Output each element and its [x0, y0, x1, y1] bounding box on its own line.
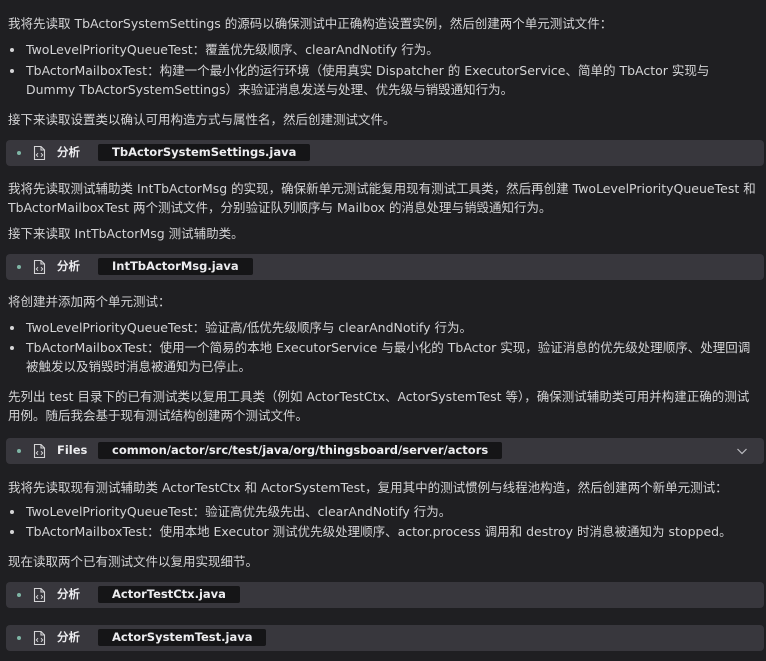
tool-target-chip[interactable]: TbActorSystemSettings.java [98, 144, 311, 161]
chevron-down-icon[interactable] [736, 445, 748, 457]
message-paragraph: 我将先读取 TbActorSystemSettings 的源码以确保测试中正确构… [8, 16, 613, 31]
message-paragraph: 我将先读取测试辅助类 IntTbActorMsg 的实现，确保新单元测试能复用现… [8, 181, 756, 215]
list-item: TbActorMailboxTest：使用本地 Executor 测试优先级处理… [8, 522, 760, 541]
tool-call-row[interactable]: 分析 ActorSystemTest.java [6, 625, 764, 651]
list-item-text: TwoLevelPriorityQueueTest：验证高优先级先出、clear… [26, 504, 452, 519]
file-code-icon [33, 630, 46, 646]
status-dot [17, 449, 21, 453]
status-dot [17, 151, 21, 155]
tool-call-row[interactable]: 分析 IntTbActorMsg.java [6, 254, 764, 280]
message-paragraph: 接下来读取 IntTbActorMsg 测试辅助类。 [8, 226, 244, 241]
tool-target-chip[interactable]: ActorSystemTest.java [98, 629, 267, 646]
file-code-icon [33, 443, 46, 459]
list-item: TwoLevelPriorityQueueTest：覆盖优先级顺序、clearA… [8, 40, 760, 59]
bullet-dot [10, 346, 14, 350]
list-item: TbActorMailboxTest：构建一个最小化的运行环境（使用真实 Dis… [8, 61, 760, 99]
bullet-dot [10, 530, 14, 534]
list-item-text: TbActorMailboxTest：构建一个最小化的运行环境（使用真实 Dis… [26, 63, 710, 97]
tool-call-row[interactable]: 分析 TbActorSystemSettings.java [6, 140, 764, 166]
status-dot [17, 636, 21, 640]
message-paragraph: 现在读取两个已有测试文件以复用实现细节。 [8, 554, 259, 569]
chat-transcript: 我将先读取 TbActorSystemSettings 的源码以确保测试中正确构… [0, 0, 766, 661]
bullet-dot [10, 69, 14, 73]
list-item: TwoLevelPriorityQueueTest：验证高优先级先出、clear… [8, 502, 760, 521]
file-code-icon [33, 259, 46, 275]
message-paragraph: 将创建并添加两个单元测试： [8, 294, 171, 309]
status-dot [17, 265, 21, 269]
list-item-text: TbActorMailboxTest：使用本地 Executor 测试优先级处理… [26, 524, 732, 539]
list-item: TwoLevelPriorityQueueTest：验证高/低优先级顺序与 cl… [8, 318, 760, 337]
message-paragraph: 接下来读取设置类以确认可用构造方式与属性名，然后创建测试文件。 [8, 112, 396, 127]
bullet-dot [10, 326, 14, 330]
message-paragraph: 先列出 test 目录下的已有测试类以复用工具类（例如 ActorTestCtx… [8, 389, 750, 423]
tool-label: 分析 [57, 259, 80, 273]
list-item-text: TwoLevelPriorityQueueTest：验证高/低优先级顺序与 cl… [26, 320, 472, 335]
bullet-dot [10, 510, 14, 514]
tool-call-row[interactable]: 分析 ActorTestCtx.java [6, 582, 764, 608]
tool-label: 分析 [57, 630, 80, 644]
tool-label: Files [57, 443, 88, 457]
tool-label: 分析 [57, 145, 80, 159]
tool-target-chip[interactable]: ActorTestCtx.java [98, 586, 240, 603]
tool-call-row[interactable]: Files common/actor/src/test/java/org/thi… [6, 438, 764, 464]
file-code-icon [33, 587, 46, 603]
list-item: TbActorMailboxTest：使用一个简易的本地 ExecutorSer… [8, 338, 760, 376]
bullet-dot [10, 48, 14, 52]
file-code-icon [33, 145, 46, 161]
tool-target-chip[interactable]: IntTbActorMsg.java [98, 258, 253, 275]
tool-label: 分析 [57, 587, 80, 601]
list-item-text: TwoLevelPriorityQueueTest：覆盖优先级顺序、clearA… [26, 42, 439, 57]
status-dot [17, 593, 21, 597]
list-item-text: TbActorMailboxTest：使用一个简易的本地 ExecutorSer… [26, 340, 751, 374]
message-paragraph: 我将先读取现有测试辅助类 ActorTestCtx 和 ActorSystemT… [8, 480, 728, 495]
tool-target-chip[interactable]: common/actor/src/test/java/org/thingsboa… [98, 442, 503, 459]
